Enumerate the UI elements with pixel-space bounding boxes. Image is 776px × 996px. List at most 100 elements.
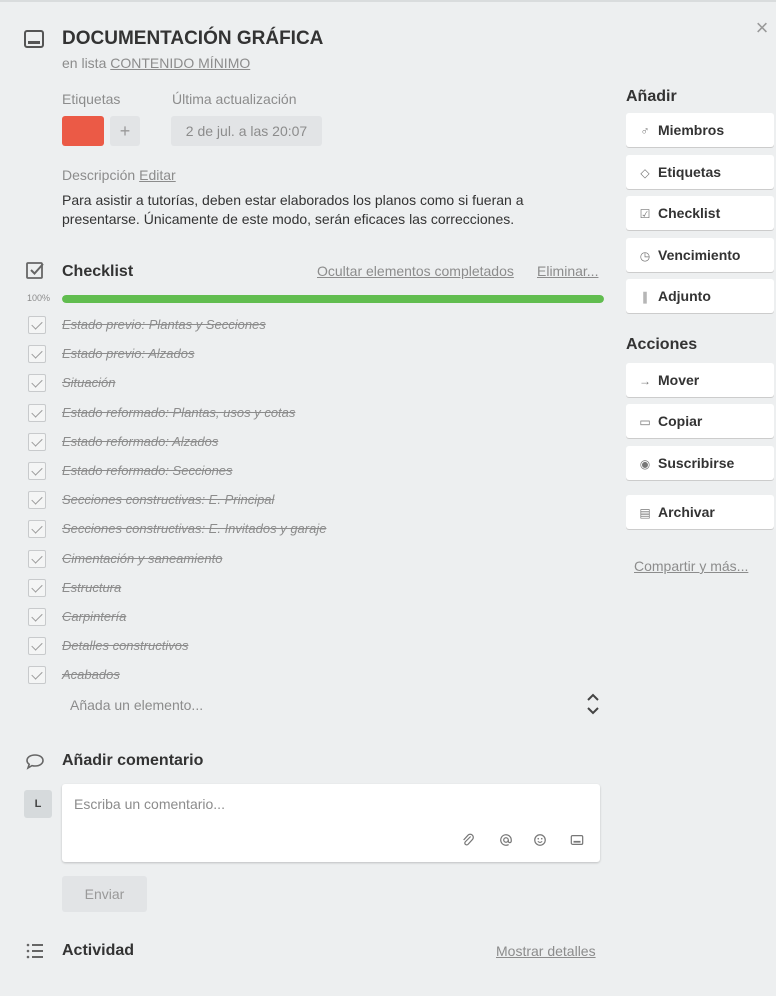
checkbox-checked[interactable] bbox=[28, 607, 46, 626]
checkbox-checked[interactable] bbox=[28, 345, 46, 364]
sidebar-button-miembros[interactable]: ♂ Miembros bbox=[626, 113, 774, 147]
card-attach-icon[interactable] bbox=[569, 833, 585, 849]
top-border bbox=[0, 0, 776, 2]
checklist-item[interactable]: Estado previo: Alzados bbox=[26, 339, 606, 368]
checklist-item-text[interactable]: Estado reformado: Secciones bbox=[62, 463, 233, 478]
checkbox-checked[interactable] bbox=[28, 637, 46, 656]
sidebar-button-label: Copiar bbox=[658, 413, 703, 429]
add-heading: Añadir bbox=[626, 88, 677, 105]
checklist-item[interactable]: Estado reformado: Secciones bbox=[26, 456, 606, 485]
sidebar-button-archivar[interactable]: ▤ Archivar bbox=[626, 495, 774, 529]
checklist-icon bbox=[26, 262, 44, 279]
paperclip-icon[interactable] bbox=[460, 833, 476, 849]
sidebar-button-copiar[interactable]: ▭ Copiar bbox=[626, 404, 774, 438]
card-icon: ▭ bbox=[639, 415, 651, 429]
checklist-item-text[interactable]: Situación bbox=[62, 375, 115, 390]
checkbox-checked[interactable] bbox=[28, 403, 46, 422]
checklist-item[interactable]: Situación bbox=[26, 368, 606, 397]
checkbox-checked[interactable] bbox=[28, 316, 46, 334]
checklist-item-text[interactable]: Estructura bbox=[62, 580, 121, 595]
sidebar-button-adjunto[interactable]: ∥ Adjunto bbox=[626, 279, 774, 313]
sidebar-button-label: Vencimiento bbox=[658, 247, 741, 263]
checklist-item-text[interactable]: Secciones constructivas: E. Principal bbox=[62, 492, 274, 507]
checkbox-checked[interactable] bbox=[28, 520, 46, 539]
checklist-item[interactable]: Carpintería bbox=[26, 602, 606, 631]
checklist-title[interactable]: Checklist bbox=[62, 263, 133, 281]
labels-heading: Etiquetas bbox=[62, 91, 121, 107]
emoji-icon[interactable] bbox=[532, 833, 548, 849]
checklist-item[interactable]: Estado previo: Plantas y Secciones bbox=[26, 310, 606, 339]
sidebar-button-checklist[interactable]: ☑ Checklist bbox=[626, 196, 774, 230]
show-details-link[interactable]: Mostrar detalles bbox=[496, 943, 596, 959]
activity-title: Actividad bbox=[62, 942, 135, 959]
comment-icon bbox=[26, 754, 44, 770]
checkbox-icon: ☑ bbox=[639, 207, 651, 221]
checklist-item-text[interactable]: Acabados bbox=[62, 667, 120, 682]
checkbox-checked[interactable] bbox=[28, 578, 46, 597]
comment-placeholder: Escriba un comentario... bbox=[74, 796, 225, 812]
eye-icon: ◉ bbox=[639, 457, 651, 471]
description-heading: Descripción Editar bbox=[62, 167, 176, 183]
checklist-item-text[interactable]: Detalles constructivos bbox=[62, 638, 188, 653]
progress-bar bbox=[62, 295, 604, 303]
checklist-item-text[interactable]: Cimentación y saneamiento bbox=[62, 551, 222, 566]
checklist-item-text[interactable]: Carpintería bbox=[62, 609, 126, 624]
sidebar-button-vencimiento[interactable]: ◷ Vencimiento bbox=[626, 238, 774, 272]
checklist-item[interactable]: Secciones constructivas: E. Invitados y … bbox=[26, 514, 606, 543]
progress-percent: 100% bbox=[27, 293, 51, 303]
checklist-item[interactable]: Secciones constructivas: E. Principal bbox=[26, 485, 606, 514]
edit-description-link[interactable]: Editar bbox=[139, 167, 176, 183]
checklist-item-text[interactable]: Estado previo: Plantas y Secciones bbox=[62, 317, 266, 332]
sidebar-button-label: Adjunto bbox=[658, 288, 711, 304]
sidebar-button-label: Suscribirse bbox=[658, 455, 735, 471]
archive-icon: ▤ bbox=[639, 506, 651, 520]
checkbox-checked[interactable] bbox=[28, 491, 46, 510]
in-list-prefix: en lista bbox=[62, 55, 107, 71]
checkbox-checked[interactable] bbox=[28, 461, 46, 480]
checkbox-checked[interactable] bbox=[28, 432, 46, 451]
mention-icon[interactable] bbox=[498, 833, 514, 849]
chevron-updown-icon[interactable] bbox=[585, 690, 601, 718]
hide-completed-link[interactable]: Ocultar elementos completados bbox=[317, 263, 514, 279]
sidebar-button-suscribirse[interactable]: ◉ Suscribirse bbox=[626, 446, 774, 480]
checkbox-checked[interactable] bbox=[28, 374, 46, 393]
comment-input[interactable]: Escriba un comentario... bbox=[62, 784, 600, 862]
tag-icon: ◇ bbox=[640, 166, 650, 180]
checklist-item[interactable]: Detalles constructivos bbox=[26, 631, 606, 660]
card-title[interactable]: DOCUMENTACIÓN GRÁFICA bbox=[62, 28, 323, 50]
share-more-link[interactable]: Compartir y más... bbox=[634, 558, 748, 574]
checklist-item-text[interactable]: Estado reformado: Alzados bbox=[62, 434, 218, 449]
sidebar-button-label: Checklist bbox=[658, 205, 721, 221]
activity-icon bbox=[26, 943, 43, 959]
checklist-item[interactable]: Estructura bbox=[26, 573, 606, 602]
sidebar-button-label: Etiquetas bbox=[658, 164, 722, 180]
description-text[interactable]: Para asistir a tutorías, deben estar ela… bbox=[62, 191, 582, 229]
checklist-item[interactable]: Estado reformado: Alzados bbox=[26, 427, 606, 456]
checklist-item[interactable]: Cimentación y saneamiento bbox=[26, 544, 606, 573]
last-update-value: 2 de jul. a las 20:07 bbox=[171, 116, 322, 146]
checkbox-checked[interactable] bbox=[28, 549, 46, 568]
label-red[interactable] bbox=[62, 116, 104, 146]
list-reference: en lista CONTENIDO MÍNIMO bbox=[62, 55, 250, 71]
avatar[interactable]: L bbox=[24, 790, 52, 818]
checklist-item[interactable]: Acabados bbox=[26, 660, 606, 689]
progress-fill bbox=[62, 295, 604, 303]
checklist-item-text[interactable]: Estado previo: Alzados bbox=[62, 346, 194, 361]
checklist-item[interactable]: Estado reformado: Plantas, usos y cotas bbox=[26, 398, 606, 427]
checklist-item-text[interactable]: Secciones constructivas: E. Invitados y … bbox=[62, 521, 326, 536]
add-comment-title: Añadir comentario bbox=[62, 752, 204, 769]
add-label-button[interactable]: + bbox=[110, 116, 140, 146]
delete-checklist-link[interactable]: Eliminar... bbox=[537, 263, 598, 279]
sidebar-button-etiquetas[interactable]: ◇ Etiquetas bbox=[626, 155, 774, 189]
actions-heading: Acciones bbox=[626, 336, 698, 353]
sidebar-button-label: Miembros bbox=[658, 122, 725, 138]
checkbox-checked[interactable] bbox=[28, 666, 46, 685]
list-name-link[interactable]: CONTENIDO MÍNIMO bbox=[110, 55, 250, 71]
checklist-items: Estado previo: Plantas y Secciones Estado… bbox=[26, 310, 606, 689]
sidebar-button-mover[interactable]: → Mover bbox=[626, 363, 774, 397]
sidebar-button-label: Mover bbox=[658, 372, 700, 388]
checklist-item-text[interactable]: Estado reformado: Plantas, usos y cotas bbox=[62, 405, 295, 420]
add-item-input[interactable]: Añada un elemento... bbox=[70, 697, 203, 713]
send-comment-button[interactable]: Enviar bbox=[62, 876, 147, 912]
close-icon[interactable]: × bbox=[752, 17, 772, 39]
